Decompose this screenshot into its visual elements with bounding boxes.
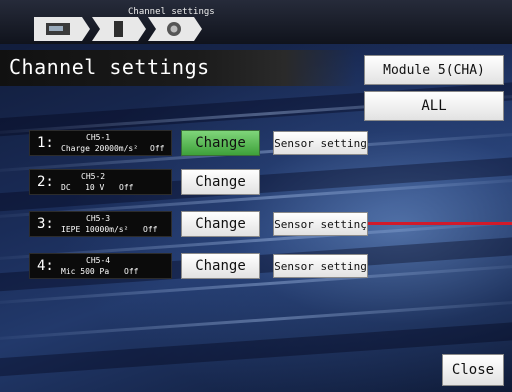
channel-description: IEPE 10000m/s² (61, 225, 129, 234)
channel-state: Off (150, 144, 165, 153)
channel-row-1: 1: CH5-1 Charge 20000m/s² Off (29, 130, 172, 156)
change-button-2[interactable]: Change (181, 169, 260, 195)
channel-name: CH5-4 (86, 256, 111, 265)
sensor-icon[interactable] (148, 17, 202, 41)
channel-state: Off (119, 183, 134, 192)
channel-state: Off (124, 267, 139, 276)
channel-state: Off (143, 225, 158, 234)
all-button[interactable]: ALL (364, 91, 504, 121)
channel-row-3: 3: CH5-3 IEPE 10000m/s² Off (29, 211, 172, 237)
channel-row-2: 2: CH5-2 DC 10 V Off (29, 169, 172, 195)
module-button[interactable]: Module 5(CHA) (364, 55, 504, 85)
annotation-line (368, 222, 512, 225)
page-header: Channel settings (0, 50, 356, 86)
sensor-setting-button-3[interactable]: Sensor settinç (273, 212, 368, 236)
page-title: Channel settings (9, 55, 210, 79)
change-button-3[interactable]: Change (181, 211, 260, 237)
channel-number: 3: (37, 216, 54, 232)
channel-row-4: 4: CH5-4 Mic 500 Pa Off (29, 253, 172, 279)
channel-name: CH5-3 (86, 214, 111, 223)
channel-number: 1: (37, 135, 54, 151)
sensor-setting-button-1[interactable]: Sensor setting (273, 131, 368, 155)
recorder-icon[interactable] (34, 17, 90, 41)
channel-number: 2: (37, 174, 54, 190)
close-button[interactable]: Close (442, 354, 504, 386)
screen-title: Channel settings (128, 7, 215, 17)
channel-name: CH5-2 (81, 172, 106, 181)
sensor-setting-button-4[interactable]: Sensor setting (273, 254, 368, 278)
change-button-1[interactable]: Change (181, 130, 260, 156)
channel-number: 4: (37, 258, 54, 274)
top-bar: Channel settings (0, 0, 512, 44)
channel-description: Charge 20000m/s² (61, 144, 139, 153)
change-button-4[interactable]: Change (181, 253, 260, 279)
module-icon[interactable] (92, 17, 146, 41)
breadcrumb (34, 17, 202, 41)
channel-name: CH5-1 (86, 133, 111, 142)
channel-description: Mic 500 Pa (61, 267, 110, 276)
channel-description: DC 10 V (61, 183, 105, 192)
